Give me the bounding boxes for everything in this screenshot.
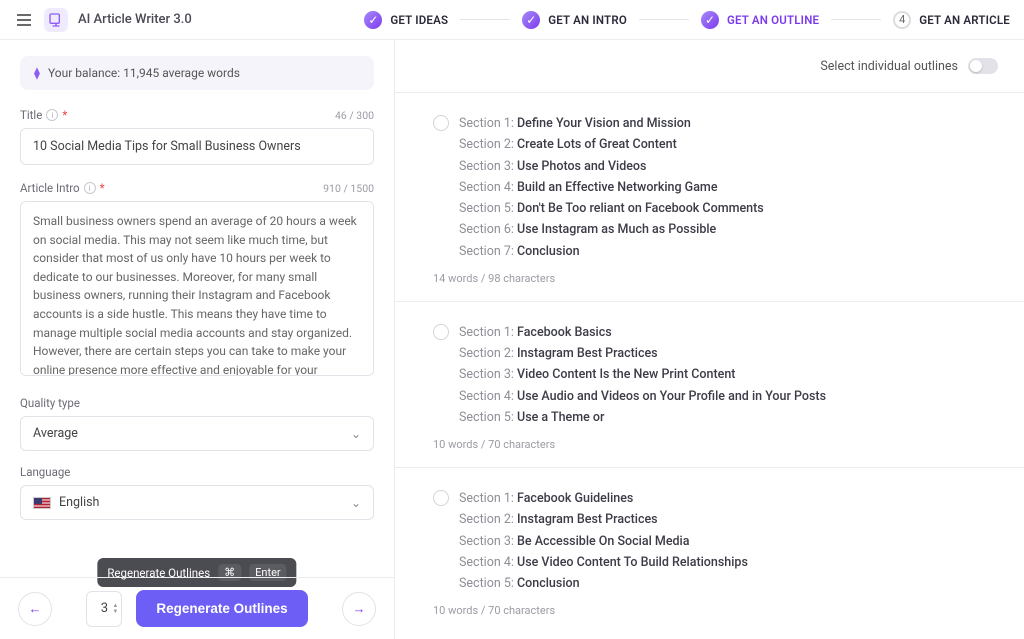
us-flag-icon xyxy=(33,497,51,509)
app-logo-icon xyxy=(44,8,68,32)
intro-textarea[interactable] xyxy=(20,201,374,376)
language-label: Language xyxy=(20,465,374,479)
step-get-intro[interactable]: ✓ GET AN INTRO xyxy=(522,11,627,29)
outline-radio[interactable] xyxy=(433,324,449,340)
outline-section-line: Section 4: Build an Effective Networking… xyxy=(459,177,998,198)
arrow-left-icon: ← xyxy=(29,601,42,617)
outline-section-line: Section 5: Use a Theme or xyxy=(459,407,998,428)
step-divider xyxy=(639,19,689,20)
outline-section-line: Section 2: Instagram Best Practices xyxy=(459,343,998,364)
toggle-label: Select individual outlines xyxy=(820,59,958,74)
outline-card[interactable]: Section 1: Define Your Vision and Missio… xyxy=(395,92,1024,301)
outline-section-line: Section 1: Define Your Vision and Missio… xyxy=(459,113,998,134)
outline-card[interactable]: Section 1: Facebook BasicsSection 2: Ins… xyxy=(395,301,1024,467)
left-panel: ⧫ Your balance: 11,945 average words Tit… xyxy=(0,40,395,639)
menu-icon[interactable] xyxy=(14,10,34,30)
individual-outlines-toggle[interactable] xyxy=(968,58,998,74)
balance-badge: ⧫ Your balance: 11,945 average words xyxy=(20,56,374,90)
step-divider xyxy=(831,19,881,20)
title-charcount: 46 / 300 xyxy=(335,109,374,122)
outline-meta: 10 words / 70 characters xyxy=(433,604,998,617)
outline-section-line: Section 3: Be Accessible On Social Media xyxy=(459,531,998,552)
language-select[interactable]: English ⌄ xyxy=(20,485,374,520)
stepper-down-icon[interactable]: ▼ xyxy=(112,609,118,615)
intro-label: Article Intro i * xyxy=(20,181,105,195)
info-icon[interactable]: i xyxy=(46,109,58,121)
chevron-down-icon: ⌄ xyxy=(351,496,361,510)
step-get-outline[interactable]: ✓ GET AN OUTLINE xyxy=(701,11,819,29)
outline-section-line: Section 4: Use Audio and Videos on Your … xyxy=(459,386,998,407)
outline-radio[interactable] xyxy=(433,115,449,131)
outline-meta: 10 words / 70 characters xyxy=(433,438,998,451)
outline-section-line: Section 6: Use Instagram as Much as Poss… xyxy=(459,219,998,240)
outline-section-line: Section 2: Create Lots of Great Content xyxy=(459,134,998,155)
quality-select[interactable]: Average ⌄ xyxy=(20,416,374,451)
outline-section-line: Section 2: Instagram Best Practices xyxy=(459,509,998,530)
next-button[interactable]: → xyxy=(342,592,376,626)
chevron-down-icon: ⌄ xyxy=(351,427,361,441)
app-title: AI Article Writer 3.0 xyxy=(78,12,192,27)
quality-label: Quality type xyxy=(20,396,374,410)
outline-section-line: Section 4: Use Video Content To Build Re… xyxy=(459,552,998,573)
right-panel: Select individual outlines Section 1: De… xyxy=(395,40,1024,639)
title-input[interactable] xyxy=(20,128,374,165)
regenerate-button[interactable]: Regenerate Outlines xyxy=(136,590,307,627)
step-get-ideas[interactable]: ✓ GET IDEAS xyxy=(364,11,448,29)
step-number-icon: 4 xyxy=(893,11,911,29)
outline-section-line: Section 1: Facebook Guidelines xyxy=(459,488,998,509)
outline-section-line: Section 1: Facebook Basics xyxy=(459,322,998,343)
step-get-article[interactable]: 4 GET AN ARTICLE xyxy=(893,11,1010,29)
outline-meta: 14 words / 98 characters xyxy=(433,272,998,285)
info-icon[interactable]: i xyxy=(84,182,96,194)
step-divider xyxy=(460,19,510,20)
outline-radio[interactable] xyxy=(433,490,449,506)
arrow-right-icon: → xyxy=(353,601,366,617)
stepper: ✓ GET IDEAS ✓ GET AN INTRO ✓ GET AN OUTL… xyxy=(364,11,1010,29)
prev-button[interactable]: ← xyxy=(18,592,52,626)
check-icon: ✓ xyxy=(522,11,540,29)
outline-card[interactable]: Section 1: Facebook GuidelinesSection 2:… xyxy=(395,467,1024,633)
left-footer: ← 3 ▲▼ Regenerate Outlines → xyxy=(0,577,394,639)
title-label: Title i * xyxy=(20,108,67,122)
top-bar: AI Article Writer 3.0 ✓ GET IDEAS ✓ GET … xyxy=(0,0,1024,40)
outline-section-line: Section 7: Conclusion xyxy=(459,241,998,262)
outline-section-line: Section 3: Use Photos and Videos xyxy=(459,156,998,177)
outline-section-line: Section 5: Don't Be Too reliant on Faceb… xyxy=(459,198,998,219)
check-icon: ✓ xyxy=(701,11,719,29)
outline-section-line: Section 5: Conclusion xyxy=(459,573,998,594)
outline-section-line: Section 3: Video Content Is the New Prin… xyxy=(459,364,998,385)
balance-text: Your balance: 11,945 average words xyxy=(48,66,240,80)
bolt-icon: ⧫ xyxy=(34,66,40,80)
outline-count-stepper[interactable]: 3 ▲▼ xyxy=(86,591,122,627)
check-icon: ✓ xyxy=(364,11,382,29)
intro-charcount: 910 / 1500 xyxy=(323,182,374,195)
